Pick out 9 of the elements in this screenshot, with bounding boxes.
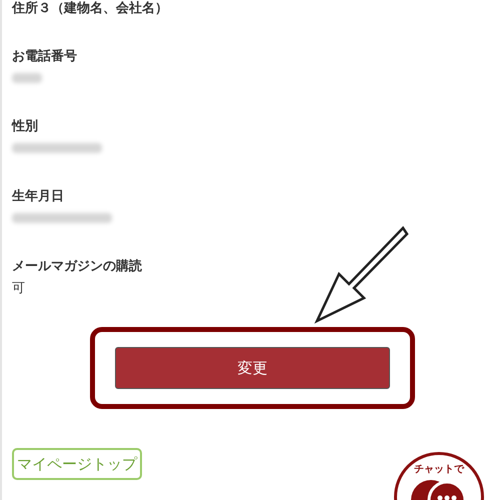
field-label: お電話番号 bbox=[12, 49, 78, 65]
field-label: 性別 bbox=[12, 119, 39, 135]
field-value: 可 bbox=[12, 281, 26, 297]
field-label: 生年月日 bbox=[12, 189, 65, 205]
field-label: 住所３（建物名、会社名） bbox=[12, 1, 169, 17]
chat-button[interactable]: チャットで bbox=[394, 452, 484, 500]
change-button[interactable]: 変更 bbox=[115, 347, 390, 389]
field-label: メールマガジンの購読 bbox=[12, 259, 143, 275]
arrow-icon bbox=[314, 226, 409, 324]
